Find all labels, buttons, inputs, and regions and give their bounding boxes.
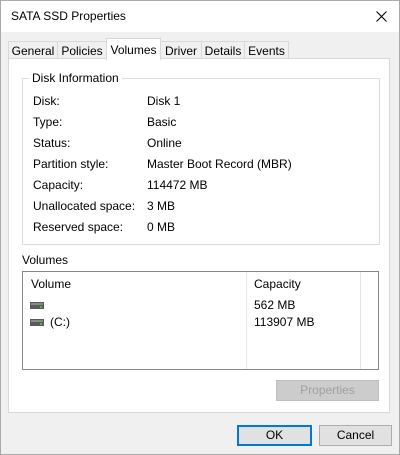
reserved-value: 0 MB (147, 220, 176, 234)
tab-events[interactable]: Events (244, 41, 289, 59)
tab-volumes[interactable]: Volumes (106, 38, 161, 60)
ok-button[interactable]: OK (237, 425, 312, 446)
volumes-title: Volumes (22, 253, 69, 267)
volume-name: (C:) (50, 315, 70, 329)
type-label: Type: (33, 115, 63, 129)
volume-capacity: 113907 MB (254, 315, 315, 329)
disk-information-title: Disk Information (29, 71, 122, 85)
reserved-label: Reserved space: (33, 220, 124, 234)
volumes-list[interactable]: Volume Capacity 562 MB (C:) 113907 MB (22, 271, 379, 370)
disk-value: Disk 1 (147, 94, 181, 108)
list-item[interactable]: (C:) 113907 MB (23, 314, 378, 331)
volume-capacity: 562 MB (254, 298, 296, 312)
disk-label: Disk: (33, 94, 60, 108)
tab-general[interactable]: General (8, 41, 58, 59)
volumes-list-header: Volume Capacity (23, 272, 378, 296)
partition-style-label: Partition style: (33, 157, 109, 171)
properties-button[interactable]: Properties (276, 380, 379, 401)
status-label: Status: (33, 136, 71, 150)
type-value: Basic (147, 115, 177, 129)
close-button[interactable] (363, 1, 399, 32)
unallocated-label: Unallocated space: (33, 199, 136, 213)
column-header-volume[interactable]: Volume (23, 272, 246, 296)
tab-driver[interactable]: Driver (160, 41, 202, 59)
close-icon (375, 11, 387, 22)
list-item[interactable]: 562 MB (23, 297, 378, 314)
drive-icon (30, 319, 44, 326)
capacity-value: 114472 MB (147, 178, 208, 192)
cancel-button[interactable]: Cancel (319, 425, 392, 446)
title-bar: SATA SSD Properties (1, 1, 399, 32)
capacity-label: Capacity: (33, 178, 84, 192)
disk-information-group: Disk Information Disk: Disk 1 Type: Basi… (22, 71, 380, 245)
partition-style-value: Master Boot Record (MBR) (147, 157, 292, 171)
status-value: Online (147, 136, 182, 150)
drive-icon (30, 302, 44, 309)
window-title: SATA SSD Properties (11, 9, 126, 23)
column-header-capacity[interactable]: Capacity (246, 272, 356, 296)
unallocated-value: 3 MB (147, 199, 176, 213)
tab-details[interactable]: Details (201, 41, 245, 59)
tab-policies[interactable]: Policies (57, 41, 107, 59)
